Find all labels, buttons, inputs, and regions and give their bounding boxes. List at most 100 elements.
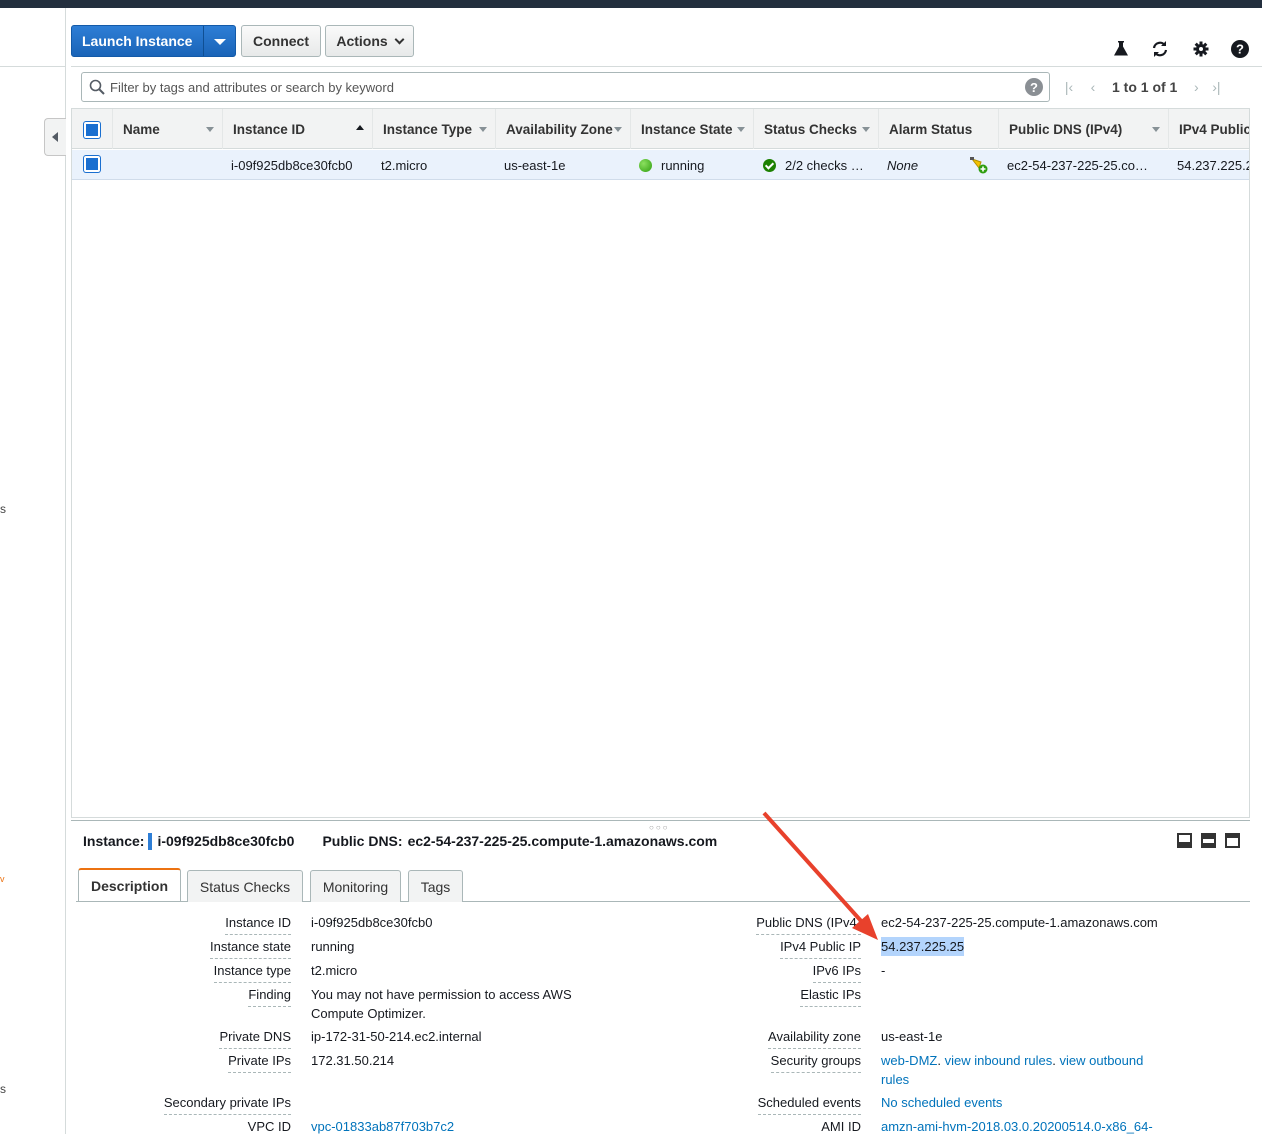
label-instance-type: Instance type xyxy=(213,962,291,983)
nav-new-badge-fragment: v xyxy=(0,874,5,884)
left-navigation-panel: s v s xyxy=(0,8,66,1134)
panel-splitter[interactable] xyxy=(71,820,1250,821)
connect-button[interactable]: Connect xyxy=(241,25,321,57)
label-finding: Finding xyxy=(248,986,291,1007)
tab-description[interactable]: Description xyxy=(78,868,181,901)
value-ipv6-ips: - xyxy=(881,963,886,978)
label-private-dns: Private DNS xyxy=(219,1028,291,1049)
table-row[interactable]: i-09f925db8ce30fcb0 t2.micro us-east-1e … xyxy=(72,150,1249,180)
cell-status-checks: 2/2 checks … xyxy=(763,150,875,180)
main-content: Launch Instance Connect Actions ? ? xyxy=(66,8,1262,1134)
value-instance-state: running xyxy=(311,939,355,954)
column-header-label: Status Checks xyxy=(764,121,858,137)
value-security-groups: web-DMZ. view inbound rules. view outbou… xyxy=(881,1053,1144,1087)
detail-instance-label: Instance: xyxy=(83,833,145,849)
search-input[interactable] xyxy=(110,73,1010,101)
create-alarm-icon[interactable] xyxy=(969,156,989,174)
launch-instance-label[interactable]: Launch Instance xyxy=(72,33,203,49)
label-instance-id: Instance ID xyxy=(225,914,291,935)
search-icon xyxy=(89,79,105,95)
value-instance-id: i-09f925db8ce30fcb0 xyxy=(311,915,433,930)
detail-instance-id: i-09f925db8ce30fcb0 xyxy=(157,833,295,849)
gear-icon[interactable] xyxy=(1192,40,1210,58)
pagination: |‹ ‹ 1 to 1 of 1 › ›| xyxy=(1062,78,1262,96)
layout-bottom-panel-icon[interactable] xyxy=(1177,833,1192,848)
collapse-nav-button[interactable] xyxy=(44,118,66,156)
column-header-label: Public DNS (IPv4) xyxy=(1009,121,1123,137)
prev-page-icon[interactable]: ‹ xyxy=(1086,79,1100,95)
column-header-label: Instance ID xyxy=(233,121,306,137)
value-public-dns: ec2-54-237-225-25.compute-1.amazonaws.co… xyxy=(881,915,1158,930)
column-header-name[interactable]: Name xyxy=(112,109,222,149)
column-header-instance-state[interactable]: Instance State xyxy=(630,109,753,149)
tab-status-checks[interactable]: Status Checks xyxy=(187,870,303,902)
detail-dns-value: ec2-54-237-225-25.compute-1.amazonaws.co… xyxy=(407,833,718,849)
column-header-availability-zone[interactable]: Availability Zone xyxy=(495,109,630,149)
column-header-label: IPv4 Public xyxy=(1179,121,1250,137)
last-page-icon[interactable]: ›| xyxy=(1209,79,1223,95)
cell-availability-zone: us-east-1e xyxy=(504,157,566,173)
sort-icon xyxy=(206,127,214,132)
label-private-ips: Private IPs xyxy=(228,1052,291,1073)
column-header-instance-id[interactable]: Instance ID xyxy=(222,109,372,149)
detail-header: Instance: i-09f925db8ce30fcb0 Public DNS… xyxy=(83,831,717,851)
pagination-text: 1 to 1 of 1 xyxy=(1112,79,1178,95)
view-inbound-rules-link[interactable]: view inbound rules xyxy=(945,1053,1053,1068)
refresh-icon[interactable] xyxy=(1151,40,1169,58)
column-header-alarm-status[interactable]: Alarm Status xyxy=(878,109,998,149)
value-private-ips: 172.31.50.214 xyxy=(311,1053,395,1068)
label-ami-id: AMI ID xyxy=(821,1118,861,1134)
cell-instance-id: i-09f925db8ce30fcb0 xyxy=(231,157,353,173)
label-vpc-id: VPC ID xyxy=(248,1118,291,1134)
value-finding: You may not have permission to access AW… xyxy=(311,987,572,1021)
row-checkbox[interactable] xyxy=(84,156,100,172)
chevron-down-icon xyxy=(394,34,405,44)
column-header-public-dns[interactable]: Public DNS (IPv4) xyxy=(998,109,1168,149)
help-icon[interactable]: ? xyxy=(1231,40,1249,58)
detail-dns-label: Public DNS: xyxy=(322,833,403,849)
column-header-label: Instance State xyxy=(641,121,733,137)
layout-top-panel-icon[interactable] xyxy=(1225,833,1240,848)
actions-button[interactable]: Actions xyxy=(325,25,414,57)
vpc-id-link[interactable]: vpc-01833ab87f703b7c2 xyxy=(311,1117,454,1134)
cell-name xyxy=(122,150,222,180)
ami-id-link[interactable]: amzn-ami-hvm-2018.03.0.20200514.0-x86_64… xyxy=(881,1117,1153,1134)
cell-ipv4-public: 54.237.225.25 xyxy=(1177,157,1249,173)
security-group-link[interactable]: web-DMZ xyxy=(881,1053,937,1068)
value-ipv4-public-ip[interactable]: 54.237.225.25 xyxy=(881,937,965,956)
layout-split-panel-icon[interactable] xyxy=(1201,833,1216,848)
select-all-checkbox[interactable] xyxy=(84,122,100,138)
detail-tabs: Description Status Checks Monitoring Tag… xyxy=(76,868,1250,902)
tab-monitoring[interactable]: Monitoring xyxy=(310,870,401,902)
nav-divider xyxy=(0,66,66,67)
column-header-ipv4-public[interactable]: IPv4 Public xyxy=(1168,109,1250,149)
actions-label[interactable]: Actions xyxy=(336,33,387,49)
running-status-icon xyxy=(639,158,652,172)
scheduled-events-link[interactable]: No scheduled events xyxy=(881,1093,1002,1112)
sort-icon xyxy=(862,127,870,132)
sort-icon xyxy=(479,127,487,132)
cell-instance-type: t2.micro xyxy=(381,157,428,173)
label-security-groups: Security groups xyxy=(770,1052,861,1073)
launch-dropdown-caret-icon[interactable] xyxy=(203,26,235,56)
next-page-icon[interactable]: › xyxy=(1189,79,1203,95)
search-help-icon[interactable]: ? xyxy=(1025,78,1043,96)
nav-text-fragment: s xyxy=(0,502,6,516)
value-instance-type: t2.micro xyxy=(311,963,358,978)
first-page-icon[interactable]: |‹ xyxy=(1062,79,1076,95)
label-ipv6-ips: IPv6 IPs xyxy=(812,962,861,983)
label-ipv4-public-ip: IPv4 Public IP xyxy=(780,938,861,959)
column-header-label: Name xyxy=(123,121,160,137)
flask-icon[interactable] xyxy=(1112,40,1130,58)
column-header-status-checks[interactable]: Status Checks xyxy=(753,109,878,149)
cell-public-dns: ec2-54-237-225-25.co… xyxy=(1007,157,1148,173)
launch-instance-button[interactable]: Launch Instance xyxy=(71,25,236,57)
tab-tags[interactable]: Tags xyxy=(408,870,463,902)
cell-alarm-status: None xyxy=(887,157,919,173)
instance-state-text: running xyxy=(661,157,705,173)
table-header: Name Instance ID Instance Type Availabil… xyxy=(72,109,1250,149)
toolbar-divider xyxy=(71,66,1262,67)
column-header-label: Alarm Status xyxy=(889,121,973,137)
sort-icon xyxy=(737,127,745,132)
column-header-instance-type[interactable]: Instance Type xyxy=(372,109,495,149)
